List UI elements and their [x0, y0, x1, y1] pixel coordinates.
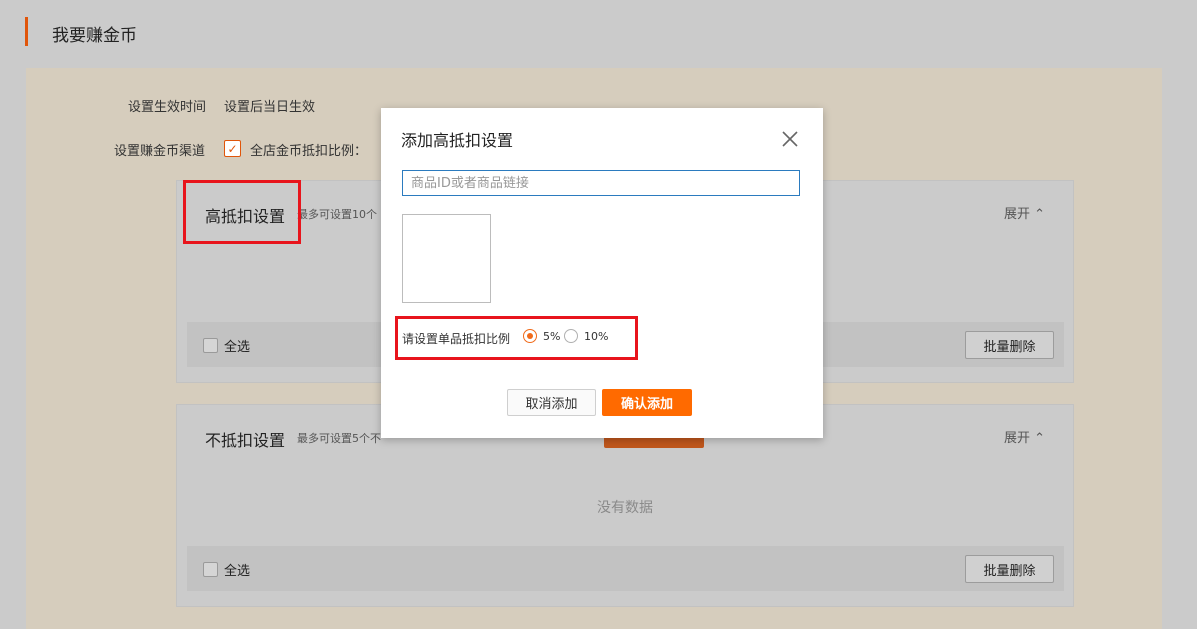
select-all-label: 全选 [224, 564, 251, 579]
no-batch-delete-button[interactable]: 批量删除 [965, 555, 1054, 583]
highlight-box-section-title [183, 180, 301, 244]
title-accent-bar [25, 17, 28, 46]
high-section-subtitle: 最多可设置10个 [297, 208, 377, 221]
checkmark-icon: ✓ [227, 141, 238, 156]
add-high-deduction-modal: 添加高抵扣设置 请设置单品抵扣比例 5% 10% 取消添加 确认添加 [381, 108, 823, 438]
close-icon[interactable] [779, 128, 801, 150]
high-expand-toggle[interactable]: 展开 ⌃ [1004, 203, 1045, 222]
select-all-label: 全选 [224, 340, 251, 355]
select-all-checkbox[interactable] [203, 562, 218, 577]
no-section-title: 不抵扣设置 [205, 431, 286, 450]
empty-data-text: 没有数据 [597, 500, 653, 516]
channel-label: 设置赚金币渠道 [114, 144, 206, 159]
page-title: 我要赚金币 [52, 26, 137, 46]
effective-time-value: 设置后当日生效 [224, 100, 316, 115]
high-batch-delete-button[interactable]: 批量删除 [965, 331, 1054, 359]
product-preview-image [402, 214, 491, 303]
channel-option-label: 全店金币抵扣比例： [250, 144, 368, 159]
product-id-input[interactable] [402, 170, 800, 196]
highlight-box-ratio [395, 316, 638, 360]
high-select-all[interactable]: 全选 [203, 336, 250, 355]
no-section-subtitle: 最多可设置5个不 [297, 432, 381, 445]
no-expand-toggle[interactable]: 展开 ⌃ [1004, 427, 1045, 446]
modal-title: 添加高抵扣设置 [401, 131, 514, 150]
effective-time-label: 设置生效时间 [128, 100, 207, 115]
channel-checkbox[interactable]: ✓ [224, 140, 241, 157]
select-all-checkbox[interactable] [203, 338, 218, 353]
no-footer-bar: 全选 批量删除 [187, 546, 1064, 591]
cancel-add-button[interactable]: 取消添加 [507, 389, 596, 416]
no-select-all[interactable]: 全选 [203, 560, 250, 579]
confirm-add-button[interactable]: 确认添加 [602, 389, 692, 416]
